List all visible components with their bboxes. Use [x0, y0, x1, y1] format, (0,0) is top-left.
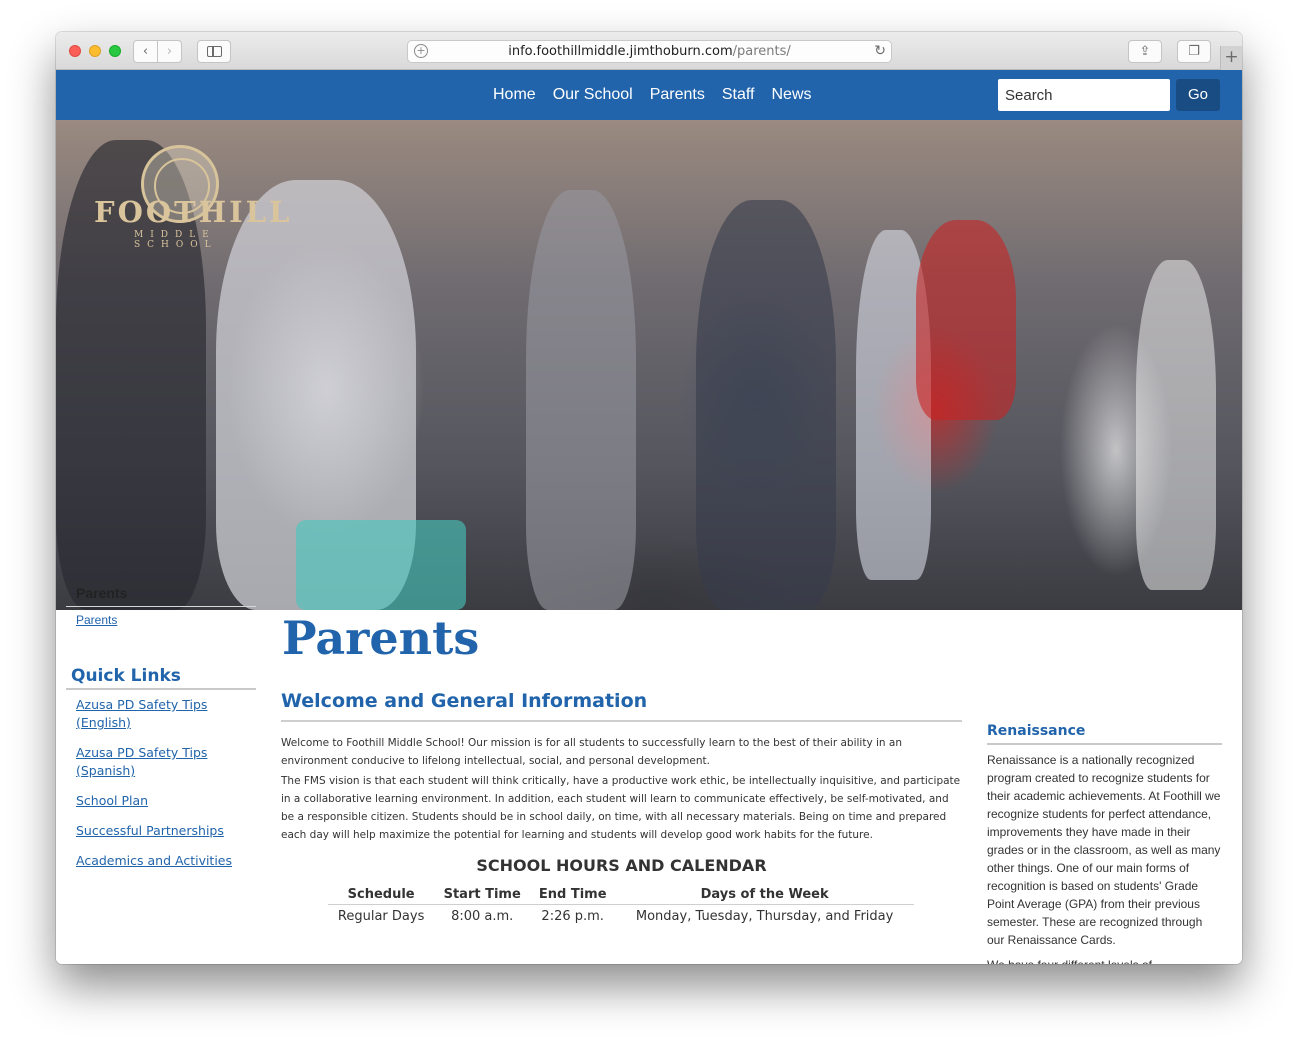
renaissance-heading: Renaissance	[987, 723, 1222, 745]
table-cell: Regular Days	[337, 909, 425, 924]
logo-subtitle: MIDDLE SCHOOL	[134, 230, 218, 250]
welcome-paragraph: Welcome to Foothill Middle School! Our m…	[281, 737, 902, 767]
new-tab-button[interactable]: +	[1220, 46, 1242, 70]
share-icon: ⇪	[1139, 44, 1151, 59]
table-header-row: Schedule Start Time End Time Days of the…	[328, 883, 914, 905]
hours-title: SCHOOL HOURS AND CALENDAR	[476, 856, 767, 875]
plus-icon: +	[1224, 47, 1239, 67]
quick-link-school-plan[interactable]: School Plan	[76, 792, 256, 810]
vision-paragraph: The FMS vision is that each student will…	[281, 775, 961, 841]
nav-parents[interactable]: Parents	[650, 85, 705, 105]
browser-window: ‹ › + info.foothillmiddle.jimthoburn.com…	[56, 32, 1242, 964]
hours-table: Schedule Start Time End Time Days of the…	[328, 883, 914, 928]
add-icon[interactable]: +	[414, 44, 428, 58]
nav-home[interactable]: Home	[493, 85, 536, 105]
right-sidebar: Renaissance Renaissance is a nationally …	[987, 723, 1222, 964]
search-go-button[interactable]: Go	[1176, 79, 1220, 111]
table-cell: 2:26 p.m.	[541, 909, 604, 924]
hero-image: FOOTHILL MIDDLE SCHOOL	[56, 120, 1242, 610]
url-path: /parents/	[732, 44, 791, 59]
quick-links-heading: Quick Links	[66, 666, 256, 690]
school-logo[interactable]: FOOTHILL MIDDLE SCHOOL	[86, 145, 289, 250]
url-domain: info.foothillmiddle.jimthoburn.com	[508, 44, 733, 59]
table-cell: Monday, Tuesday, Thursday, and Friday	[635, 909, 894, 924]
chevron-left-icon: ‹	[142, 44, 149, 59]
tab-overview-button[interactable]: ❐	[1177, 40, 1211, 63]
quick-links-list: Azusa PD Safety Tips (English) Azusa PD …	[66, 696, 256, 870]
hero-figure	[1136, 260, 1216, 590]
nav-our-school[interactable]: Our School	[553, 85, 633, 105]
forward-button[interactable]: ›	[157, 40, 182, 63]
sidebar-link-parents[interactable]: Parents	[66, 607, 256, 627]
quick-link-academics[interactable]: Academics and Activities	[76, 852, 256, 870]
sidebar-toggle-button[interactable]	[197, 40, 231, 63]
page-title: Parents	[282, 611, 480, 665]
hero-figure	[696, 200, 836, 610]
search-input[interactable]	[998, 79, 1170, 111]
renaissance-paragraph: Renaissance is a nationally recognized p…	[987, 753, 1221, 947]
hero-figure	[526, 190, 636, 610]
nav-news[interactable]: News	[772, 85, 812, 105]
quick-link-partnerships[interactable]: Successful Partnerships	[76, 822, 256, 840]
back-button[interactable]: ‹	[133, 40, 158, 63]
close-window-button[interactable]	[69, 45, 81, 57]
zoom-window-button[interactable]	[109, 45, 121, 57]
minimize-window-button[interactable]	[89, 45, 101, 57]
sidebar-icon	[207, 46, 222, 57]
sidebar-heading: Parents	[66, 585, 256, 607]
browser-titlebar: ‹ › + info.foothillmiddle.jimthoburn.com…	[56, 32, 1242, 70]
quick-link-safety-english[interactable]: Azusa PD Safety Tips (English)	[76, 696, 256, 732]
table-header: Start Time	[434, 883, 531, 905]
table-header: Schedule	[328, 883, 435, 905]
renaissance-paragraph-2: We have four different levels of	[987, 956, 1222, 964]
site-navigation: Home Our School Parents Staff News Go	[56, 70, 1242, 120]
left-sidebar: Parents Parents Quick Links Azusa PD Saf…	[66, 585, 256, 870]
address-bar[interactable]: + info.foothillmiddle.jimthoburn.com/par…	[407, 40, 892, 63]
table-row: Regular Days 8:00 a.m. 2:26 p.m. Monday,…	[328, 905, 914, 929]
share-button[interactable]: ⇪	[1128, 40, 1162, 63]
tabs-icon: ❐	[1188, 44, 1200, 59]
reload-icon[interactable]: ↻	[874, 41, 886, 62]
table-cell: 8:00 a.m.	[451, 909, 514, 924]
logo-name: FOOTHILL	[94, 195, 293, 229]
nav-staff[interactable]: Staff	[722, 85, 755, 105]
nav-links: Home Our School Parents Staff News	[493, 85, 812, 105]
chevron-right-icon: ›	[166, 44, 173, 59]
quick-link-safety-spanish[interactable]: Azusa PD Safety Tips (Spanish)	[76, 744, 256, 780]
hero-figure	[916, 220, 1016, 420]
section-title: Welcome and General Information	[281, 690, 962, 722]
table-header: End Time	[530, 883, 616, 905]
hero-figure	[296, 520, 466, 610]
table-header: Days of the Week	[615, 883, 914, 905]
main-content: Parents Welcome and General Information …	[281, 610, 962, 928]
